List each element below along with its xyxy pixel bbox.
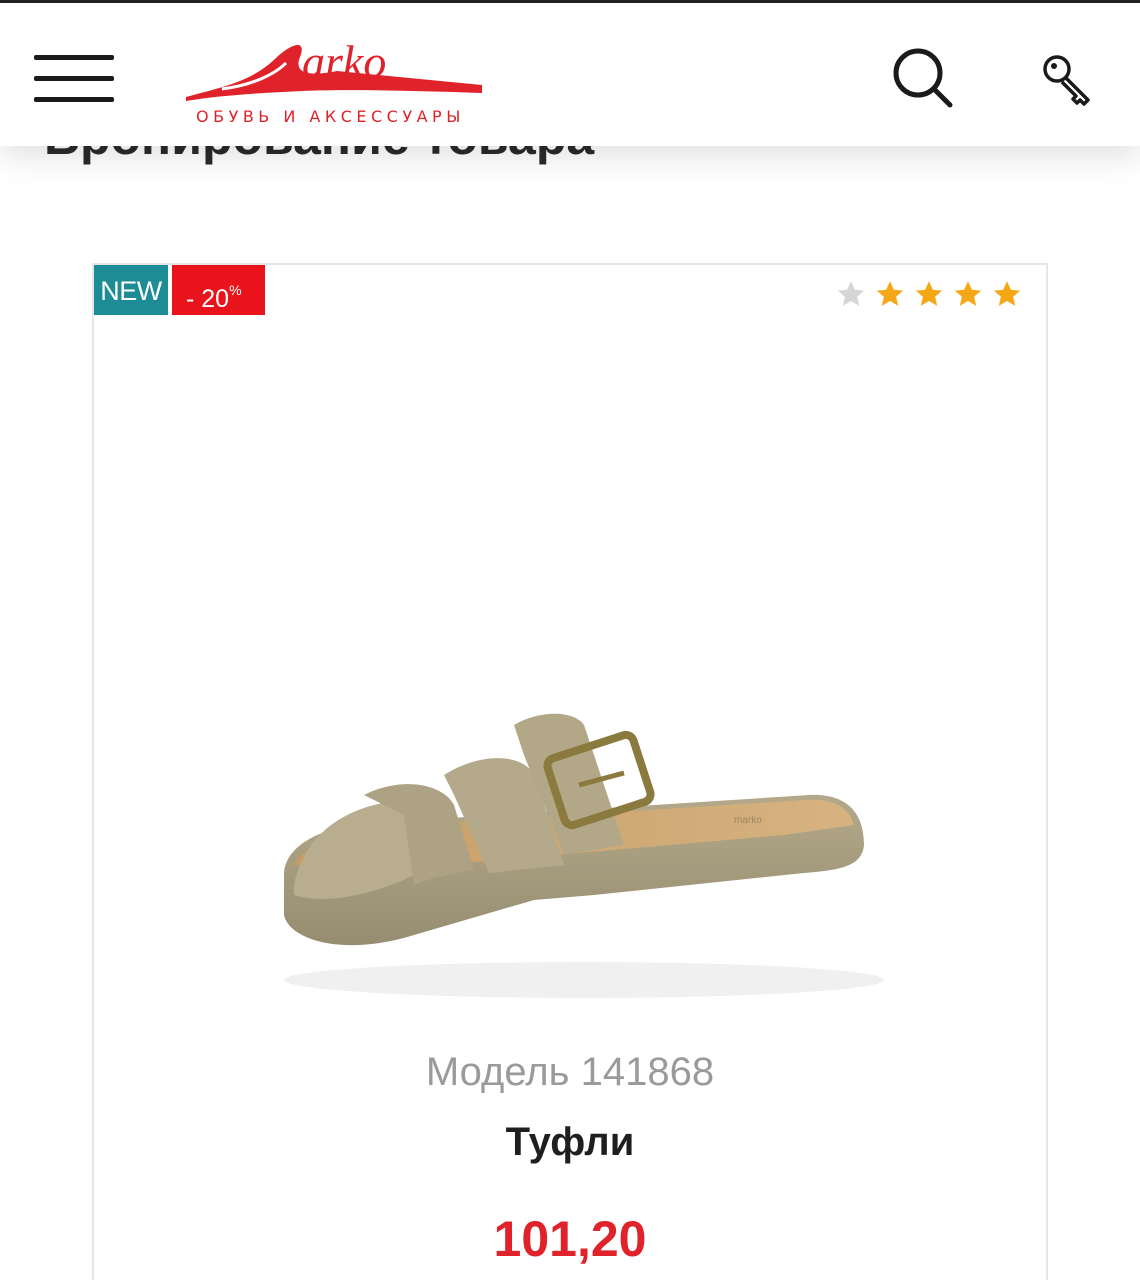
star-icon bbox=[993, 281, 1021, 306]
svg-text:marko: marko bbox=[734, 815, 762, 826]
site-header: arko ОБУВЬ И АКСЕССУАРЫ bbox=[0, 0, 1140, 146]
page: arko ОБУВЬ И АКСЕССУАРЫ Бронирование тов… bbox=[0, 0, 1140, 1280]
product-price: 101,20 bbox=[493, 1211, 647, 1267]
discount-unit: % bbox=[229, 282, 242, 298]
hamburger-menu-icon[interactable] bbox=[34, 55, 114, 105]
product-image[interactable]: marko bbox=[264, 695, 884, 1015]
discount-value: - 20 bbox=[186, 285, 230, 313]
product-model: Модель 141868 bbox=[425, 1050, 715, 1094]
new-badge: NEW bbox=[94, 265, 168, 315]
rating-stars bbox=[836, 279, 1022, 309]
star-icon bbox=[915, 281, 943, 306]
logo-tagline: ОБУВЬ И АКСЕССУАРЫ bbox=[196, 107, 465, 126]
star-icon bbox=[876, 281, 904, 306]
key-icon[interactable] bbox=[1040, 51, 1096, 107]
discount-badge: - 20% bbox=[172, 265, 265, 315]
star-icon bbox=[837, 281, 865, 306]
search-icon[interactable] bbox=[888, 43, 956, 111]
product-name[interactable]: Туфли bbox=[94, 1120, 1046, 1165]
svg-text:arko: arko bbox=[302, 36, 386, 87]
product-card[interactable]: NEW - 20% marko Модель 141868 Туфли 101,… bbox=[92, 263, 1048, 1280]
star-icon bbox=[954, 281, 982, 306]
